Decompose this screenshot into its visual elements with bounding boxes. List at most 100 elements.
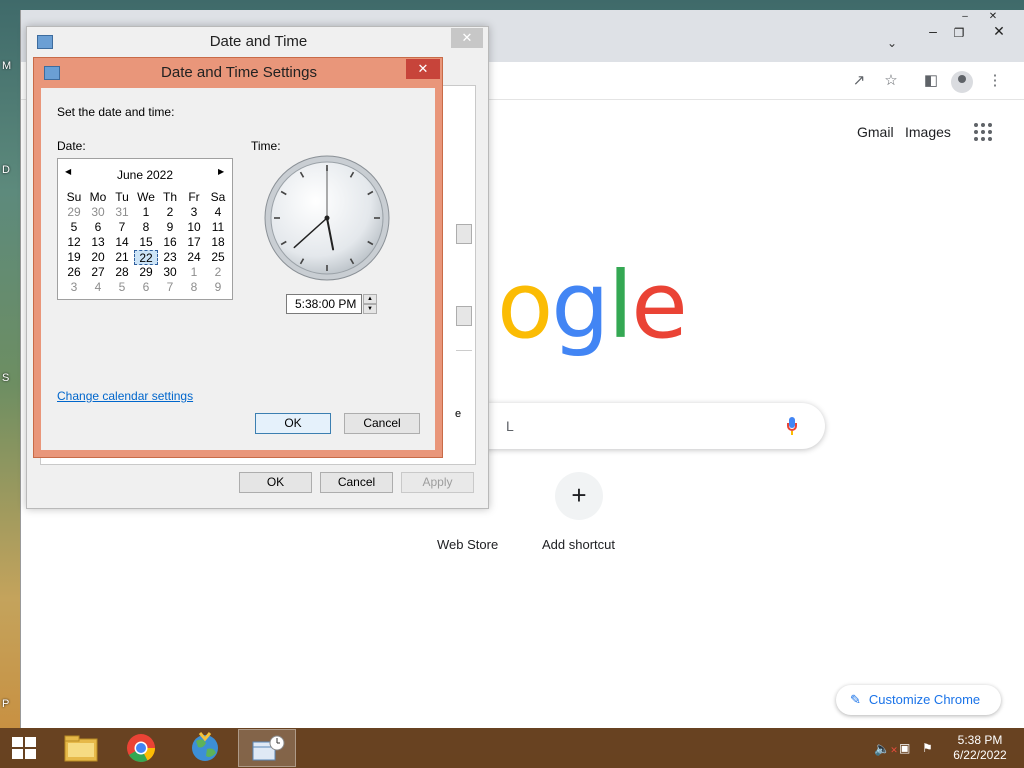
calendar-day[interactable]: 14	[110, 235, 134, 250]
calendar-day[interactable]: 8	[182, 280, 206, 295]
time-spinner[interactable]: ▲ ▼	[363, 294, 377, 314]
instruction-text: Set the date and time:	[57, 105, 175, 119]
time-label: Time:	[251, 139, 281, 153]
google-apps-icon[interactable]	[974, 123, 992, 141]
calendar-day[interactable]: 6	[134, 280, 158, 295]
ok-button[interactable]: OK	[239, 472, 312, 493]
calendar-day-name: Mo	[89, 190, 107, 204]
windows-start-icon[interactable]	[12, 737, 36, 759]
calendar-day[interactable]: 5	[62, 220, 86, 235]
voice-search-mic-icon[interactable]	[787, 417, 797, 435]
calendar-day[interactable]: 18	[206, 235, 230, 250]
desktop-icon-label: S	[2, 372, 10, 384]
change-time-zone-button[interactable]	[456, 224, 472, 244]
globe-icon	[192, 732, 218, 761]
search-input[interactable]: L	[461, 403, 825, 449]
spin-down-icon[interactable]: ▼	[363, 304, 377, 314]
calendar-month-label[interactable]: June 2022	[58, 168, 232, 182]
taskbar-clock[interactable]: 5:38 PM 6/22/2022	[948, 733, 1012, 763]
calendar-day[interactable]: 9	[206, 280, 230, 295]
calendar-day[interactable]: 3	[182, 205, 206, 220]
calendar-day[interactable]: 21	[110, 250, 134, 265]
globe-app-taskbar-button[interactable]	[176, 729, 234, 767]
calendar-day[interactable]: 30	[86, 205, 110, 220]
calendar-day[interactable]: 20	[86, 250, 110, 265]
add-shortcut-button[interactable]: +	[555, 472, 603, 520]
profile-avatar-icon[interactable]	[951, 71, 973, 93]
shortcut-label-add-shortcut[interactable]: Add shortcut	[542, 537, 615, 552]
date-time-taskbar-button[interactable]	[238, 729, 296, 767]
close-button[interactable]: ✕	[451, 28, 483, 48]
plus-icon: +	[571, 480, 587, 510]
time-input[interactable]: 5:38:00 PM	[286, 294, 362, 314]
calendar-day[interactable]: 15	[134, 235, 158, 250]
action-center-flag-icon[interactable]: ⚑	[922, 741, 933, 755]
calendar-day[interactable]: 4	[206, 205, 230, 220]
gmail-link[interactable]: Gmail	[857, 124, 894, 140]
calendar-day[interactable]: 22	[134, 250, 158, 265]
calendar-day[interactable]: 6	[86, 220, 110, 235]
calendar-day[interactable]: 29	[62, 205, 86, 220]
minimize-small-icon[interactable]: –	[951, 6, 979, 28]
side-panel-icon[interactable]: ◧	[921, 71, 941, 91]
calendar-day[interactable]: 30	[158, 265, 182, 280]
share-icon[interactable]: ↗	[849, 71, 869, 91]
calendar-day[interactable]: 2	[206, 265, 230, 280]
desktop-icon-label: P	[2, 698, 10, 710]
calendar-day[interactable]: 5	[110, 280, 134, 295]
ok-button[interactable]: OK	[255, 413, 331, 434]
next-month-arrow-icon[interactable]: ▶	[218, 167, 224, 176]
calendar-day[interactable]: 13	[86, 235, 110, 250]
calendar-day[interactable]: 11	[206, 220, 230, 235]
calendar-day[interactable]: 10	[182, 220, 206, 235]
calendar-day-name: Fr	[188, 190, 200, 204]
menu-kebab-icon[interactable]: ⋮	[985, 71, 1005, 91]
calendar-day[interactable]: 7	[110, 220, 134, 235]
calendar-day-name: Su	[66, 190, 82, 204]
calendar-day[interactable]: 12	[62, 235, 86, 250]
minimize-icon[interactable]: –	[919, 20, 947, 42]
calendar-day[interactable]: 27	[86, 265, 110, 280]
customize-chrome-button[interactable]: ✎ Customize Chrome	[836, 685, 1001, 715]
shortcut-label-web-store[interactable]: Web Store	[437, 537, 498, 552]
tab-search-chevron-icon[interactable]: ⌄	[887, 36, 897, 50]
chrome-taskbar-button[interactable]	[112, 729, 170, 767]
desktop-icon-label: M	[2, 60, 12, 72]
volume-muted-icon[interactable]: 🔈✕	[874, 741, 898, 757]
calendar-day[interactable]: 9	[158, 220, 182, 235]
calendar-day[interactable]: 1	[134, 205, 158, 220]
calendar-day[interactable]: 3	[62, 280, 86, 295]
calendar-day[interactable]: 29	[134, 265, 158, 280]
spin-up-icon[interactable]: ▲	[363, 294, 377, 304]
calendar-day[interactable]: 1	[182, 265, 206, 280]
network-icon[interactable]: ▣	[899, 741, 910, 755]
dialog-client-area: Set the date and time: Date: Time: ◀ Jun…	[41, 88, 435, 450]
cancel-button[interactable]: Cancel	[344, 413, 420, 434]
calendar-day[interactable]: 28	[110, 265, 134, 280]
close-button[interactable]: ✕	[406, 59, 440, 79]
file-explorer-taskbar-button[interactable]	[52, 729, 110, 767]
calendar-day[interactable]: 2	[158, 205, 182, 220]
close-icon[interactable]: ✕	[985, 20, 1013, 42]
calendar-day[interactable]: 4	[86, 280, 110, 295]
calendar-day[interactable]: 16	[158, 235, 182, 250]
change-settings-button[interactable]	[456, 306, 472, 326]
calendar-day[interactable]: 26	[62, 265, 86, 280]
calendar-day[interactable]: 7	[158, 280, 182, 295]
google-logo: ogle	[497, 252, 688, 359]
dialog-title: Date and Time Settings	[161, 64, 317, 81]
window-title: Date and Time	[209, 33, 308, 50]
calendar-day[interactable]: 8	[134, 220, 158, 235]
calendar-day[interactable]: 25	[206, 250, 230, 265]
calendar-day[interactable]: 23	[158, 250, 182, 265]
cancel-button[interactable]: Cancel	[320, 472, 393, 493]
calendar-day[interactable]: 31	[110, 205, 134, 220]
images-link[interactable]: Images	[905, 124, 951, 140]
bookmark-star-icon[interactable]: ☆	[881, 71, 901, 91]
calendar-day[interactable]: 19	[62, 250, 86, 265]
calendar-day[interactable]: 24	[182, 250, 206, 265]
change-calendar-settings-link[interactable]: Change calendar settings	[57, 389, 193, 403]
calendar-day[interactable]: 17	[182, 235, 206, 250]
apply-button[interactable]: Apply	[401, 472, 474, 493]
date-label: Date:	[57, 139, 86, 153]
